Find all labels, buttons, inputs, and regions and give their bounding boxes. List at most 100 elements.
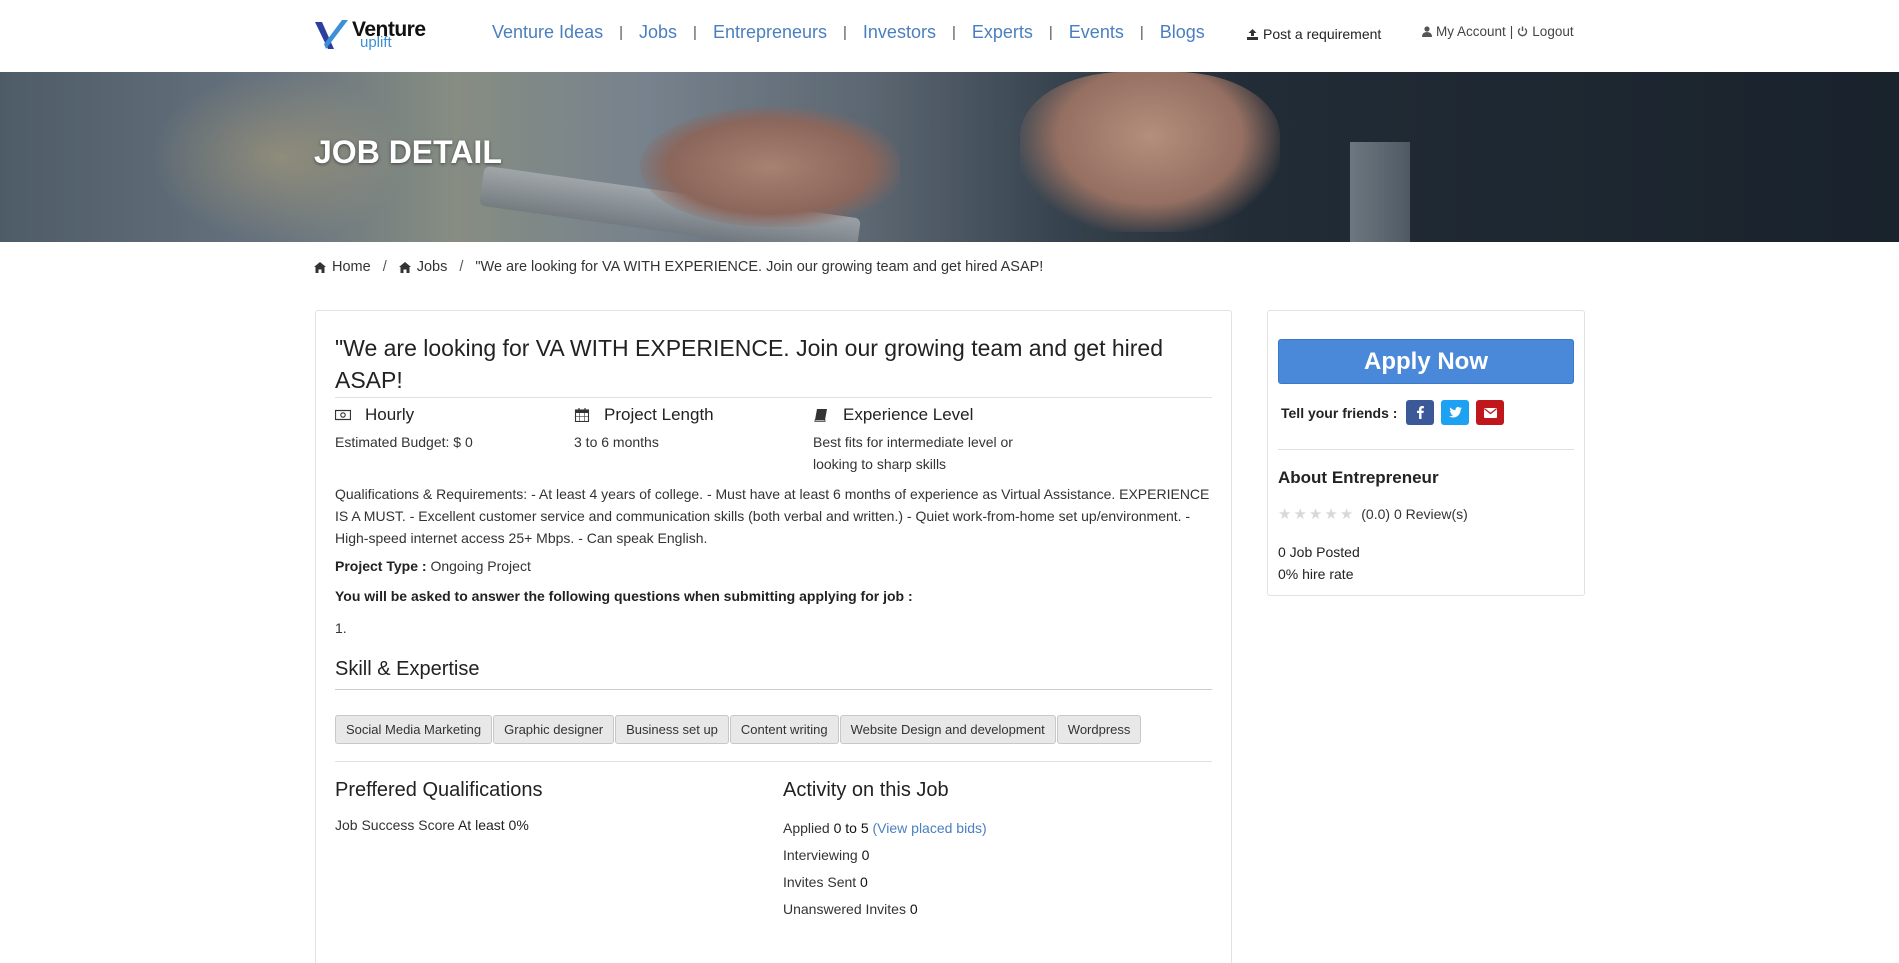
my-account-link[interactable]: My Account (1436, 24, 1506, 39)
project-type-label: Project Type : (335, 558, 427, 574)
email-icon (1483, 407, 1497, 418)
skill-tag[interactable]: Social Media Marketing (335, 715, 493, 744)
breadcrumb-separator: / (459, 259, 464, 275)
nav-separator: | (693, 24, 697, 41)
activity-heading: Activity on this Job (783, 779, 949, 801)
job-success-score: Job Success Score At least 0% (335, 817, 529, 833)
activity-label: Applied (783, 820, 830, 836)
breadcrumb-home[interactable]: Home (332, 259, 371, 275)
meta-value: Estimated Budget: $ 0 (335, 434, 473, 450)
post-requirement-label: Post a requirement (1263, 26, 1382, 42)
breadcrumb-separator: / (382, 259, 387, 275)
star-icon: ★ (1339, 506, 1354, 523)
home-icon (398, 261, 411, 273)
share-row: Tell your friends : (1281, 400, 1505, 425)
divider (335, 689, 1212, 690)
logo[interactable]: Venture uplift (314, 18, 426, 52)
home-icon (314, 261, 326, 273)
job-success-label: Job Success Score (335, 817, 455, 833)
account-separator: | (1509, 24, 1514, 39)
rating-text: (0.0) 0 Review(s) (1361, 506, 1468, 522)
star-icon: ★ (1324, 506, 1338, 523)
nav-separator: | (843, 24, 847, 41)
nav-separator: | (619, 24, 623, 41)
logo-text-uplift: uplift (360, 34, 392, 51)
meta-label: Project Length (604, 405, 714, 424)
nav-blogs[interactable]: Blogs (1148, 22, 1217, 43)
hire-rate: 0% hire rate (1278, 566, 1354, 582)
about-entrepreneur-heading: About Entrepreneur (1278, 468, 1439, 487)
nav-entrepreneurs[interactable]: Entrepreneurs (701, 22, 839, 43)
activity-label: Unanswered Invites (783, 901, 906, 917)
meta-length: Project Length 3 to 6 months (574, 403, 804, 453)
star-icon: ★ (1308, 506, 1323, 523)
upload-icon (1247, 28, 1258, 40)
banner-overlay (0, 72, 1899, 242)
skill-tag[interactable]: Wordpress (1056, 715, 1142, 744)
project-type: Project Type : Ongoing Project (335, 558, 531, 574)
activity-label: Interviewing (783, 847, 858, 863)
jobs-posted: 0 Job Posted (1278, 544, 1360, 560)
activity-value: 0 (860, 874, 868, 890)
post-requirement-link[interactable]: Post a requirement (1247, 26, 1381, 42)
main-nav: Venture Ideas | Jobs | Entrepreneurs | I… (480, 22, 1217, 43)
activity-invites-sent: Invites Sent 0 (783, 869, 987, 896)
activity-interviewing: Interviewing 0 (783, 842, 987, 869)
nav-separator: | (1139, 24, 1144, 41)
skill-tag[interactable]: Website Design and development (839, 715, 1056, 744)
entrepreneur-stats: 0 Job Posted 0% hire rate (1278, 541, 1360, 585)
activity-value: 0 (909, 901, 918, 917)
email-share-button[interactable] (1476, 400, 1505, 425)
facebook-share-button[interactable] (1406, 400, 1435, 425)
star-icon: ★ (1278, 506, 1292, 523)
meta-budget: Hourly Estimated Budget: $ 0 (335, 403, 565, 453)
apply-now-button[interactable]: Apply Now (1278, 339, 1574, 384)
logout-link[interactable]: Logout (1532, 24, 1573, 39)
nav-separator: | (951, 24, 956, 41)
meta-label: Hourly (365, 405, 415, 424)
breadcrumb-current: "We are looking for VA WITH EXPERIENCE. … (475, 259, 1044, 275)
nav-investors[interactable]: Investors (851, 22, 948, 43)
nav-venture-ideas[interactable]: Venture Ideas (480, 22, 615, 43)
activity-list: Applied 0 to 5 (View placed bids) Interv… (783, 815, 987, 923)
breadcrumb-jobs[interactable]: Jobs (417, 259, 448, 275)
divider (335, 761, 1212, 762)
twitter-share-button[interactable] (1441, 400, 1470, 425)
view-placed-bids-link[interactable]: (View placed bids) (873, 820, 987, 836)
meta-label: Experience Level (843, 405, 974, 424)
twitter-icon (1448, 407, 1462, 418)
top-header: Venture uplift Venture Ideas | Jobs | En… (0, 0, 1899, 72)
project-type-value: Ongoing Project (430, 558, 531, 574)
account-links: My Account | Logout (1422, 24, 1574, 39)
job-description: Qualifications & Requirements: - At leas… (335, 486, 1210, 546)
questions-heading: You will be asked to answer the followin… (335, 588, 913, 604)
activity-value: 0 to 5 (833, 820, 869, 836)
skill-tag[interactable]: Content writing (729, 715, 839, 744)
skills-heading: Skill & Expertise (335, 658, 480, 680)
question-item: 1. (335, 620, 347, 636)
share-label: Tell your friends : (1281, 404, 1398, 421)
page-title: JOB DETAIL (314, 134, 502, 170)
rating-row: ★ ★ ★ ★ ★ (0.0) 0 Review(s) (1278, 505, 1468, 523)
activity-value: 0 (861, 847, 870, 863)
meta-experience: Experience Level Best fits for intermedi… (813, 403, 1043, 475)
power-icon (1518, 26, 1528, 37)
divider (1278, 449, 1574, 450)
nav-events[interactable]: Events (1057, 22, 1136, 43)
hero-banner: JOB DETAIL (0, 72, 1899, 242)
preferred-qualifications-heading: Preffered Qualifications (335, 779, 543, 801)
money-icon (335, 409, 351, 421)
nav-jobs[interactable]: Jobs (627, 22, 689, 43)
user-icon (1422, 26, 1432, 37)
nav-experts[interactable]: Experts (960, 22, 1045, 43)
meta-value: Best fits for intermediate level or look… (813, 434, 1013, 472)
logo-v-icon (315, 20, 348, 49)
activity-unanswered: Unanswered Invites 0 (783, 896, 987, 923)
sidebar-card: Apply Now Tell your friends : About Entr… (1267, 310, 1585, 596)
star-icon: ★ (1293, 506, 1307, 523)
breadcrumb: Home / Jobs / "We are looking for VA WIT… (314, 259, 1043, 275)
skill-tag[interactable]: Graphic designer (493, 715, 615, 744)
job-detail-card: "We are looking for VA WITH EXPERIENCE. … (315, 310, 1232, 963)
skill-tag[interactable]: Business set up (615, 715, 729, 744)
nav-separator: | (1048, 24, 1053, 41)
